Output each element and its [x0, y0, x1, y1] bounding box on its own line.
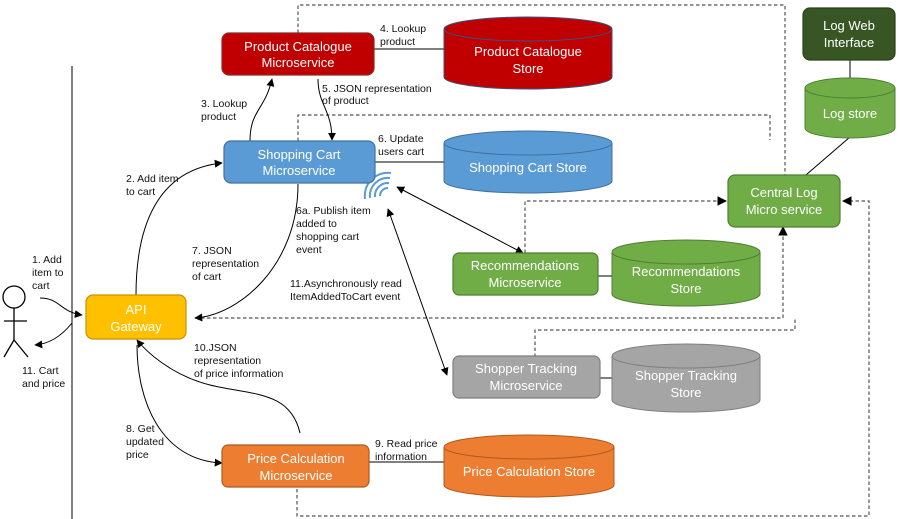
price-calculation-microservice[interactable]: Price Calculation Microservice [221, 444, 370, 488]
node-label: Store [512, 61, 543, 76]
node-label: Shopping Cart Store [469, 160, 587, 175]
label-step10: 10.JSON representation of price informat… [194, 342, 283, 380]
price-calculation-store[interactable]: Price Calculation Store [443, 434, 615, 498]
node-label: Microservice [262, 55, 335, 70]
label-step6a: 6a. Publish item added to shopping cart … [296, 205, 371, 256]
svg-text:11.Asynchronously read: 11.Asynchronously read [290, 278, 402, 290]
node-label: Microservice [489, 275, 562, 290]
recommendations-store[interactable]: Recommendations Store [611, 239, 761, 307]
svg-text:6a. Publish item: 6a. Publish item [296, 205, 371, 217]
svg-text:information: information [375, 451, 427, 463]
node-label: Store [670, 385, 701, 400]
node-label: Shopper Tracking [635, 368, 737, 383]
node-label: Product Catalogue [474, 44, 582, 59]
label-step8: 8. Get updated price [126, 423, 164, 461]
node-label: Microservice [260, 468, 333, 483]
recommendations-microservice[interactable]: Recommendations Microservice [452, 252, 599, 296]
svg-text:5. JSON representation: 5. JSON representation [322, 83, 432, 95]
svg-text:9. Read price: 9. Read price [375, 438, 438, 450]
arrow-step3 [249, 78, 275, 142]
svg-text:10.JSON: 10.JSON [194, 342, 237, 354]
central-log-microservice[interactable]: Central Log Micro service [727, 174, 841, 228]
node-label: Gateway [110, 319, 162, 334]
product-catalogue-store[interactable]: Product Catalogue Store [443, 16, 613, 90]
log-store[interactable]: Log store [804, 77, 896, 139]
user-actor-icon [2, 285, 29, 358]
label-step11-user: 11. Cart and price [22, 365, 65, 390]
svg-text:updated: updated [126, 436, 164, 448]
node-label: Log Web [823, 18, 875, 33]
label-step3: 3. Lookup product [201, 98, 247, 123]
node-label: Recommendations [632, 264, 741, 279]
label-step9: 9. Read price information [375, 438, 438, 463]
product-catalogue-microservice[interactable]: Product Catalogue Microservice [221, 32, 375, 76]
label-step6: 6. Update users cart [378, 133, 424, 158]
node-label: Micro service [746, 202, 823, 217]
node-label: Store [670, 281, 701, 296]
svg-text:1. Add: 1. Add [32, 254, 62, 266]
node-label: Interface [824, 35, 875, 50]
node-label: Central Log [750, 185, 817, 200]
api-gateway[interactable]: API Gateway [85, 294, 187, 340]
svg-text:7. JSON: 7. JSON [192, 245, 232, 257]
label-step7: 7. JSON representation of cart [192, 245, 259, 283]
svg-text:and price: and price [22, 378, 65, 390]
svg-text:8. Get: 8. Get [126, 423, 155, 435]
svg-text:event: event [296, 244, 322, 256]
svg-text:product: product [380, 36, 415, 48]
svg-text:of price information: of price information [194, 368, 283, 380]
node-label: Shopping Cart [257, 147, 340, 162]
shopper-tracking-microservice[interactable]: Shopper Tracking Microservice [452, 355, 601, 399]
arrow-recommendations-subscribe [396, 186, 524, 254]
svg-text:3. Lookup: 3. Lookup [201, 98, 247, 110]
label-step1: 1. Add item to cart [32, 254, 64, 292]
svg-text:price: price [126, 449, 149, 461]
node-label: Recommendations [471, 258, 580, 273]
label-step4: 4. Lookup product [380, 23, 426, 48]
arrow-step11-user [34, 322, 73, 349]
node-label: Price Calculation [247, 451, 345, 466]
svg-text:cart: cart [32, 280, 50, 292]
node-label: Shopper Tracking [475, 361, 577, 376]
svg-text:ItemAddedToCart event: ItemAddedToCart event [290, 291, 400, 303]
label-step5: 5. JSON representation of product [322, 83, 432, 107]
shopper-tracking-store[interactable]: Shopper Tracking Store [611, 343, 761, 413]
log-web-interface[interactable]: Log Web Interface [802, 7, 896, 61]
svg-text:of product: of product [322, 95, 369, 107]
svg-text:6. Update: 6. Update [378, 133, 424, 145]
svg-text:product: product [201, 111, 236, 123]
node-label: Microservice [490, 378, 563, 393]
microservices-architecture-diagram: Product Catalogue Microservice Product C… [2, 4, 896, 519]
label-step11-async: 11.Asynchronously read ItemAddedToCart e… [290, 278, 402, 303]
arrow-step1 [39, 297, 83, 318]
svg-text:representation: representation [194, 355, 261, 367]
node-label: Microservice [263, 163, 336, 178]
svg-text:users cart: users cart [378, 146, 424, 158]
shopping-cart-microservice[interactable]: Shopping Cart Microservice [223, 140, 376, 184]
node-label: Price Calculation Store [463, 464, 595, 479]
svg-text:11. Cart: 11. Cart [22, 365, 59, 377]
svg-text:shopping cart: shopping cart [296, 231, 359, 243]
svg-text:4. Lookup: 4. Lookup [380, 23, 426, 35]
svg-text:added to: added to [296, 218, 337, 230]
svg-text:representation: representation [192, 258, 259, 270]
shopping-cart-store[interactable]: Shopping Cart Store [443, 130, 613, 194]
svg-text:of cart: of cart [192, 271, 221, 283]
node-label: API [126, 302, 147, 317]
svg-text:to cart: to cart [126, 186, 155, 198]
svg-text:item to: item to [32, 267, 64, 279]
node-label: Product Catalogue [244, 39, 352, 54]
node-label: Log store [823, 106, 877, 121]
svg-text:2. Add item: 2. Add item [126, 173, 179, 185]
